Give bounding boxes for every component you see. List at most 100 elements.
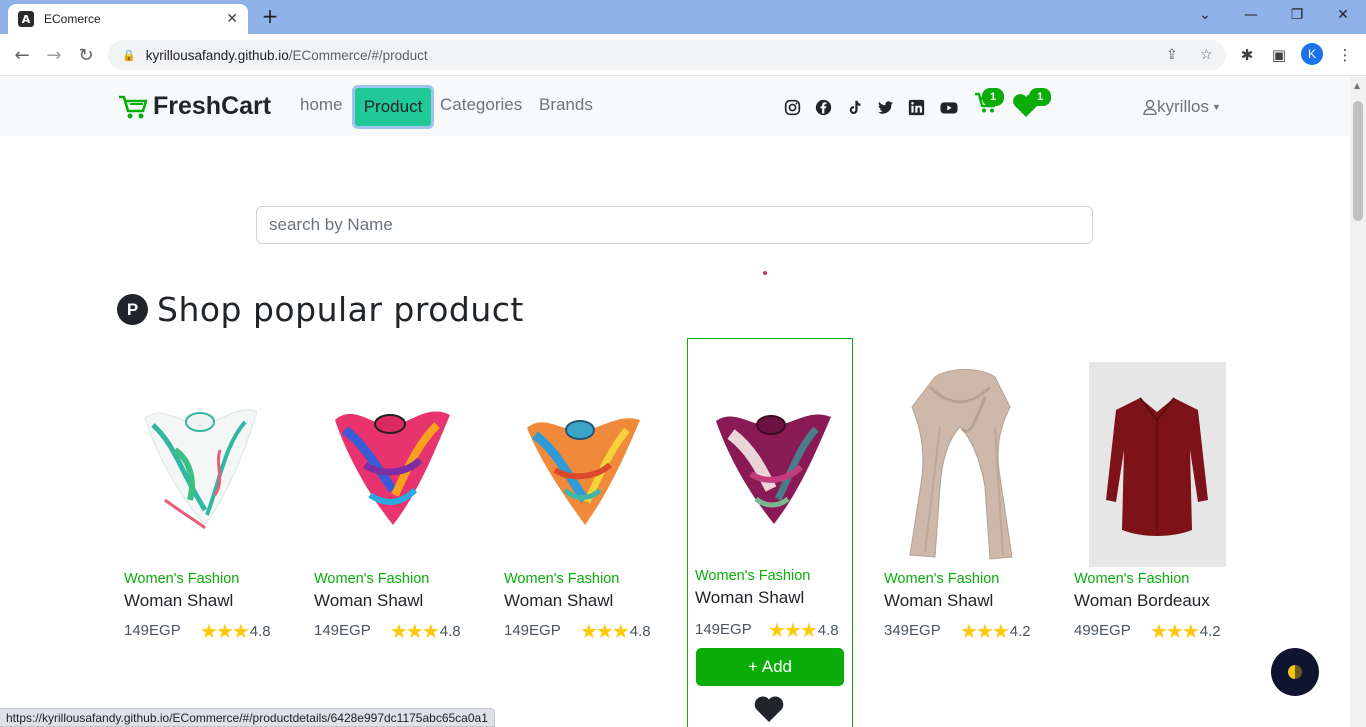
cart-logo-icon bbox=[119, 95, 148, 118]
search-input[interactable] bbox=[256, 206, 1093, 244]
user-name: kyrillos bbox=[1157, 97, 1209, 116]
rating-value: 4.2 bbox=[1009, 623, 1031, 640]
linkedin-icon[interactable] bbox=[906, 97, 926, 117]
product-image[interactable] bbox=[117, 362, 283, 567]
tab-search-icon[interactable]: ⌄ bbox=[1182, 0, 1228, 30]
twitter-icon[interactable] bbox=[875, 97, 895, 117]
share-icon[interactable]: ⇪ bbox=[1166, 47, 1178, 63]
nav-link-product[interactable]: Product bbox=[352, 85, 434, 129]
p-circle-icon: P bbox=[117, 294, 148, 325]
product-price: 149EGP bbox=[504, 622, 561, 639]
product-name: Woman Shawl bbox=[314, 591, 424, 610]
product-rating: ★★★ 4.8 bbox=[200, 619, 271, 644]
tab-title: EComerce bbox=[44, 12, 101, 26]
theme-toggle-button[interactable] bbox=[1271, 648, 1319, 696]
rating-value: 4.8 bbox=[817, 622, 839, 639]
product-price: 149EGP bbox=[314, 622, 371, 639]
scarf-image bbox=[527, 417, 640, 525]
user-icon bbox=[1143, 99, 1157, 115]
nav-link-brands[interactable]: Brands bbox=[539, 95, 593, 115]
product-rating: ★★★ 4.8 bbox=[580, 619, 651, 644]
blouse-image bbox=[1106, 396, 1208, 536]
section-heading: P Shop popular product bbox=[117, 290, 524, 329]
rating-value: 4.2 bbox=[1199, 623, 1221, 640]
browser-tab[interactable]: A EComerce ✕ bbox=[8, 4, 248, 34]
cart-button[interactable]: 1 bbox=[974, 88, 1004, 118]
product-card[interactable] bbox=[117, 362, 283, 662]
rating-stars-icon: ★★★ bbox=[768, 620, 818, 642]
page-scrollbar[interactable]: ▲ bbox=[1350, 77, 1366, 727]
forward-icon[interactable]: → bbox=[42, 43, 66, 67]
scarf-image bbox=[716, 414, 831, 524]
wishlist-count-badge: 1 bbox=[1029, 88, 1051, 106]
product-image[interactable] bbox=[307, 362, 473, 567]
product-name: Woman Shawl bbox=[124, 591, 234, 610]
product-price: 349EGP bbox=[884, 622, 941, 639]
address-bar[interactable]: 🔒 kyrillousafandy.github.io/ECommerce/#/… bbox=[108, 40, 1226, 70]
back-icon[interactable]: ← bbox=[10, 43, 34, 67]
product-price: 499EGP bbox=[1074, 622, 1131, 639]
product-card[interactable] bbox=[877, 362, 1043, 662]
decorative-dot bbox=[763, 271, 767, 275]
product-rating: ★★★ 4.2 bbox=[1150, 619, 1221, 644]
side-panel-icon[interactable]: ▣ bbox=[1267, 43, 1291, 67]
product-image[interactable] bbox=[877, 362, 1043, 567]
product-category: Women's Fashion bbox=[124, 571, 240, 587]
product-card[interactable] bbox=[307, 362, 473, 662]
new-tab-button[interactable]: + bbox=[258, 4, 282, 28]
minimize-button[interactable]: — bbox=[1228, 0, 1274, 30]
lock-icon: 🔒 bbox=[122, 48, 136, 62]
product-name: Woman Bordeaux bbox=[1074, 591, 1210, 610]
cart-count-badge: 1 bbox=[982, 88, 1004, 106]
product-price: 149EGP bbox=[695, 621, 752, 638]
user-dropdown[interactable]: kyrillos ▼ bbox=[1143, 97, 1221, 117]
browser-tab-strip: A EComerce ✕ + ⌄ — ❐ ✕ bbox=[0, 0, 1366, 34]
freshcart-logo[interactable]: FreshCart bbox=[117, 92, 271, 121]
add-to-cart-button[interactable]: + Add bbox=[696, 648, 844, 686]
product-name: Woman Shawl bbox=[695, 588, 805, 607]
rating-stars-icon: ★★★ bbox=[1150, 621, 1200, 643]
instagram-icon[interactable] bbox=[782, 97, 802, 117]
product-card-hovered[interactable]: Women's Fashion Woman Shawl 149EGP ★★★ 4.… bbox=[687, 338, 853, 727]
product-card[interactable] bbox=[497, 362, 663, 662]
rating-value: 4.8 bbox=[629, 623, 651, 640]
product-image[interactable] bbox=[688, 361, 854, 566]
product-name: Woman Shawl bbox=[504, 591, 614, 610]
product-name: Woman Shawl bbox=[884, 591, 994, 610]
product-category: Women's Fashion bbox=[884, 571, 1000, 587]
nav-link-home[interactable]: home bbox=[300, 95, 343, 115]
facebook-icon[interactable] bbox=[813, 97, 833, 117]
scarf-image bbox=[335, 411, 450, 525]
product-image[interactable] bbox=[1067, 362, 1233, 567]
rating-stars-icon: ★★★ bbox=[200, 621, 250, 643]
product-category: Women's Fashion bbox=[695, 568, 811, 584]
extensions-icon[interactable]: ✱ bbox=[1235, 43, 1259, 67]
product-image[interactable] bbox=[497, 362, 663, 567]
rating-stars-icon: ★★★ bbox=[580, 621, 630, 643]
url-domain: kyrillousafandy.github.io bbox=[145, 47, 289, 63]
product-category: Women's Fashion bbox=[314, 571, 430, 587]
scroll-up-arrow-icon[interactable]: ▲ bbox=[1354, 81, 1360, 90]
scroll-thumb[interactable] bbox=[1353, 101, 1363, 221]
reload-icon[interactable]: ↻ bbox=[74, 43, 98, 67]
add-to-wishlist-heart-icon[interactable] bbox=[754, 695, 784, 723]
wishlist-button[interactable]: 1 bbox=[1012, 88, 1051, 122]
menu-dots-icon[interactable]: ⋮ bbox=[1333, 43, 1357, 67]
address-bar-row: ← → ↻ 🔒 kyrillousafandy.github.io/EComme… bbox=[0, 34, 1366, 76]
half-moon-icon bbox=[1288, 665, 1302, 679]
restore-button[interactable]: ❐ bbox=[1274, 0, 1320, 30]
logo-text: FreshCart bbox=[153, 92, 272, 120]
bookmark-star-icon[interactable]: ☆ bbox=[1200, 47, 1213, 63]
product-category: Women's Fashion bbox=[1074, 571, 1190, 587]
page-viewport: FreshCart home Product Categories Brands… bbox=[0, 77, 1350, 727]
close-tab-icon[interactable]: ✕ bbox=[226, 11, 238, 27]
rating-stars-icon: ★★★ bbox=[390, 621, 440, 643]
knit-scarf-image bbox=[909, 369, 1013, 560]
youtube-icon[interactable] bbox=[938, 97, 960, 117]
profile-avatar[interactable]: K bbox=[1301, 43, 1323, 65]
tiktok-icon[interactable] bbox=[844, 97, 864, 117]
close-window-button[interactable]: ✕ bbox=[1320, 0, 1366, 30]
link-status-bar: https://kyrillousafandy.github.io/EComme… bbox=[0, 708, 495, 727]
product-card[interactable] bbox=[1067, 362, 1233, 662]
nav-link-categories[interactable]: Categories bbox=[440, 95, 522, 115]
